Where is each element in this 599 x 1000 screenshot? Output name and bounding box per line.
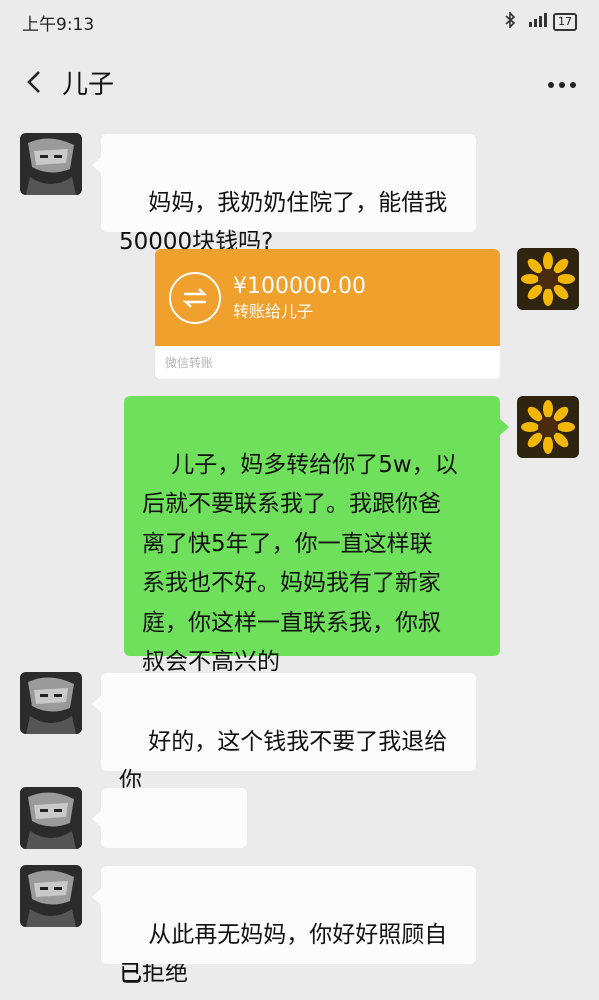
transfer-note: 转账给儿子 <box>233 301 314 321</box>
call-record-bubble[interactable]: 已拒绝 <box>92 788 247 986</box>
transfer-footer: 微信转账 <box>165 356 214 370</box>
transfer-card-body: ¥100000.00 转账给儿子 <box>155 249 500 346</box>
battery-icon: 17 <box>553 13 577 31</box>
status-bar: 上午9:13 17 <box>0 0 599 44</box>
status-indicators: 17 <box>505 11 577 32</box>
message-bubble[interactable]: 儿子，妈多转给你了5w，以 后就不要联系我了。我跟你爸 离了快5年了，你一直这样… <box>124 396 509 675</box>
message-bubble[interactable]: 从此再无妈妈，你好好照顾自 己 <box>92 866 476 987</box>
mom-avatar[interactable] <box>517 396 579 458</box>
transfer-amount: ¥100000.00 <box>233 273 366 299</box>
chat-title: 儿子 <box>62 69 115 100</box>
chat-message-list: 妈妈，我奶奶住院了，能借我 50000块钱吗? ¥100000.00 转账给儿子… <box>0 120 599 1000</box>
son-avatar[interactable] <box>20 865 82 927</box>
signal-icon <box>521 13 547 31</box>
son-avatar[interactable] <box>20 133 82 195</box>
transfer-card[interactable]: ¥100000.00 转账给儿子 微信转账 <box>155 249 500 379</box>
message-bubble[interactable]: 妈妈，我奶奶住院了，能借我 50000块钱吗? <box>92 134 476 255</box>
message-bubble[interactable]: 好的，这个钱我不要了我退给 你 <box>92 673 476 794</box>
bluetooth-icon <box>505 11 516 32</box>
more-icon[interactable] <box>547 76 577 89</box>
transfer-details: ¥100000.00 转账给儿子 <box>233 273 366 323</box>
son-avatar[interactable] <box>20 672 82 734</box>
mom-avatar[interactable] <box>517 248 579 310</box>
transfer-icon <box>169 271 221 324</box>
message-text: 妈妈，我奶奶住院了，能借我 50000块钱吗? <box>119 189 448 256</box>
message-text: 儿子，妈多转给你了5w，以 后就不要联系我了。我跟你爸 离了快5年了，你一直这样… <box>142 451 458 676</box>
status-time: 上午9:13 <box>22 14 95 35</box>
chat-header: 儿子 <box>0 44 599 120</box>
message-text: 好的，这个钱我不要了我退给 你 <box>119 728 448 795</box>
back-icon[interactable] <box>22 70 46 94</box>
son-avatar[interactable] <box>20 787 82 849</box>
